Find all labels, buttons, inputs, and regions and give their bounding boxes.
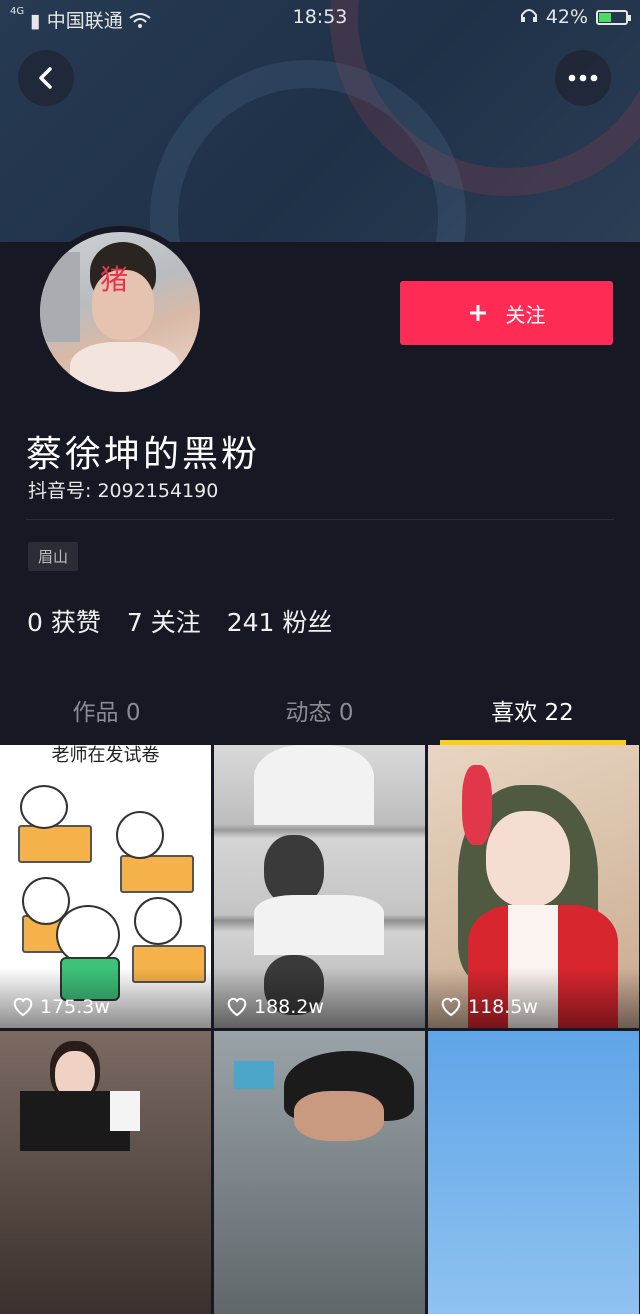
stats-row: 0 获赞 7 关注 241 粉丝 xyxy=(27,603,332,639)
location-tag: 眉山 xyxy=(28,542,79,571)
avatar-image: 猪 xyxy=(40,232,200,392)
heart-icon xyxy=(226,997,248,1017)
headphone-icon xyxy=(520,6,538,28)
status-bar: 4G ▮ 中国联通 18:53 42% xyxy=(0,0,640,34)
video-thumbnail[interactable] xyxy=(214,1031,425,1314)
status-right: 42% xyxy=(520,6,631,28)
divider xyxy=(26,519,614,520)
like-count-text: 118.5w xyxy=(468,996,538,1018)
like-count: 118.5w xyxy=(440,996,538,1018)
more-dots-icon xyxy=(568,74,598,82)
like-count-text: 175.3w xyxy=(40,996,110,1018)
video-thumbnail[interactable]: 188.2w xyxy=(214,745,425,1028)
like-count: 188.2w xyxy=(226,996,324,1018)
chevron-left-icon xyxy=(39,67,52,89)
video-thumbnail[interactable] xyxy=(0,1031,211,1314)
battery-fill xyxy=(599,12,611,22)
thumbnail-caption: 老师在发试卷 xyxy=(51,745,160,766)
tab-likes[interactable]: 喜欢 22 xyxy=(426,693,639,727)
back-button[interactable] xyxy=(18,50,74,106)
following-count[interactable]: 7 关注 xyxy=(127,603,201,639)
profile-banner xyxy=(0,0,640,242)
tab-bar: 作品 0 动态 0 喜欢 22 xyxy=(0,685,640,745)
plus-icon xyxy=(469,305,486,321)
likes-count: 0 获赞 xyxy=(27,608,101,637)
tab-works[interactable]: 作品 0 xyxy=(0,693,213,727)
heart-icon xyxy=(12,997,34,1017)
tab-moments[interactable]: 动态 0 xyxy=(213,693,426,727)
profile-name: 蔡徐坤的黑粉 xyxy=(26,434,261,475)
douyin-id[interactable]: 抖音号: 2092154190 xyxy=(28,476,218,503)
avatar[interactable]: 猪 xyxy=(34,226,206,398)
video-thumbnail[interactable]: 老师在发试卷 175.3w xyxy=(0,745,211,1028)
battery-icon xyxy=(596,9,631,25)
battery-percent: 42% xyxy=(545,6,588,28)
like-count-text: 188.2w xyxy=(254,996,324,1018)
video-thumbnail[interactable] xyxy=(428,1031,639,1314)
follow-button[interactable]: 关注 xyxy=(400,281,613,345)
video-thumbnail[interactable]: 118.5w xyxy=(428,745,639,1028)
avatar-overlay-text: 猪 xyxy=(100,263,129,296)
more-button[interactable] xyxy=(555,50,611,106)
followers-count[interactable]: 241 粉丝 xyxy=(227,603,333,639)
follow-label: 关注 xyxy=(505,302,546,327)
heart-icon xyxy=(440,997,462,1017)
like-count: 175.3w xyxy=(12,996,110,1018)
